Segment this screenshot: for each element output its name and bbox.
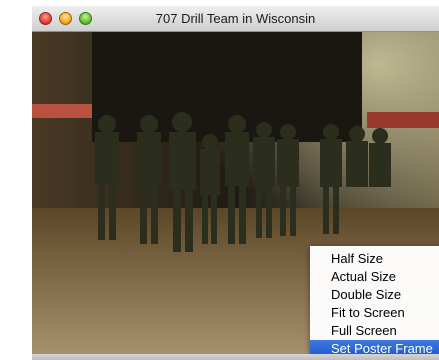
title-bar[interactable]: 707 Drill Team in Wisconsin [32, 6, 439, 32]
window-bottom-edge [32, 354, 439, 360]
video-frame[interactable]: Half Size Actual Size Double Size Fit to… [32, 32, 439, 354]
dark-doorway [92, 32, 362, 142]
red-wall-stripe-left [32, 104, 92, 118]
menu-item-actual-size[interactable]: Actual Size [310, 268, 439, 286]
cadet [346, 126, 368, 187]
red-wall-stripe-right [367, 112, 439, 128]
menu-item-double-size[interactable]: Double Size [310, 286, 439, 304]
movie-window: 707 Drill Team in Wisconsin Half Size Ac… [32, 6, 439, 360]
menu-item-half-size[interactable]: Half Size [310, 250, 439, 268]
context-menu: Half Size Actual Size Double Size Fit to… [310, 246, 439, 354]
menu-item-full-screen[interactable]: Full Screen [310, 322, 439, 340]
menu-item-set-poster-frame[interactable]: Set Poster Frame [310, 340, 439, 354]
menu-item-fit-to-screen[interactable]: Fit to Screen [310, 304, 439, 322]
window-title: 707 Drill Team in Wisconsin [155, 11, 316, 26]
cadet [369, 128, 391, 187]
